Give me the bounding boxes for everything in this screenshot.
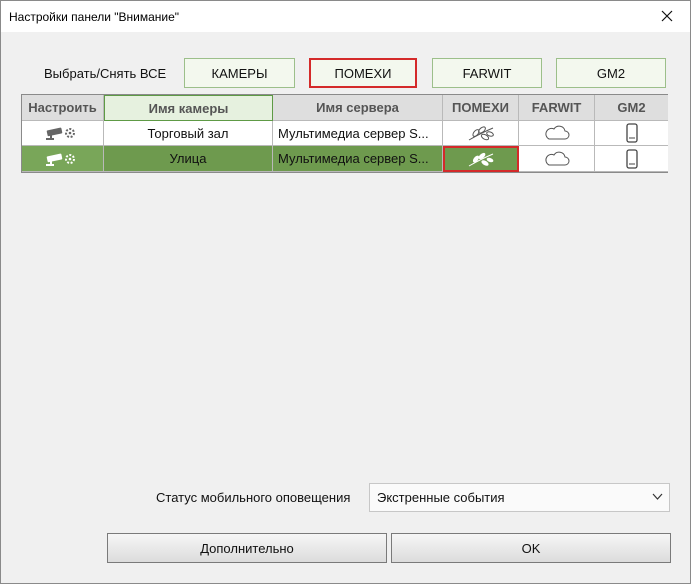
server-name-cell[interactable]: Мультимедиа сервер S... xyxy=(273,146,443,172)
toggle-cameras-button[interactable]: КАМЕРЫ xyxy=(184,58,295,88)
server-name-cell[interactable]: Мультимедиа сервер S... xyxy=(273,121,443,146)
close-icon xyxy=(661,10,673,22)
mobile-status-value: Экстренные события xyxy=(377,490,505,505)
camera-settings-icon xyxy=(45,127,75,140)
leaves-icon xyxy=(468,126,494,141)
farwit-cell[interactable] xyxy=(519,121,595,146)
close-button[interactable] xyxy=(644,1,690,31)
chevron-down-icon xyxy=(652,493,663,500)
cloud-icon xyxy=(544,151,569,165)
toggle-gm2-button[interactable]: GM2 xyxy=(556,58,666,88)
gm2-cell[interactable] xyxy=(595,146,668,172)
toggle-noise-button[interactable]: ПОМЕХИ xyxy=(309,58,417,88)
toggle-farwit-button[interactable]: FARWIT xyxy=(432,58,542,88)
configure-cell[interactable] xyxy=(22,146,104,172)
camera-name-cell[interactable]: Улица xyxy=(104,146,273,172)
ok-button[interactable]: OK xyxy=(391,533,671,563)
header-camera-name[interactable]: Имя камеры xyxy=(104,95,273,121)
title-bar: Настройки панели "Внимание" xyxy=(1,1,690,32)
header-noise[interactable]: ПОМЕХИ xyxy=(443,95,519,121)
settings-dialog: Настройки панели "Внимание" Выбрать/Снят… xyxy=(0,0,691,584)
select-all-label: Выбрать/Снять ВСЕ xyxy=(44,66,167,81)
gm2-cell[interactable] xyxy=(595,121,668,146)
leaves-icon xyxy=(468,152,493,166)
camera-name-cell[interactable]: Торговый зал xyxy=(104,121,273,146)
farwit-cell[interactable] xyxy=(519,146,595,172)
mobile-phone-icon xyxy=(625,123,638,143)
configure-cell[interactable] xyxy=(22,121,104,146)
camera-settings-icon xyxy=(45,153,75,166)
mobile-status-label: Статус мобильного оповещения xyxy=(156,490,351,505)
header-server-name[interactable]: Имя сервера xyxy=(273,95,443,121)
mobile-status-select[interactable]: Экстренные события xyxy=(369,483,670,512)
window-title: Настройки панели "Внимание" xyxy=(9,10,180,24)
more-button[interactable]: Дополнительно xyxy=(107,533,387,563)
header-gm2[interactable]: GM2 xyxy=(595,95,668,121)
noise-cell[interactable] xyxy=(443,146,519,172)
header-configure[interactable]: Настроить xyxy=(22,95,104,121)
header-farwit[interactable]: FARWIT xyxy=(519,95,595,121)
camera-table: Настроить Имя камеры Имя сервера ПОМЕХИ … xyxy=(21,94,668,173)
cloud-icon xyxy=(544,125,569,140)
noise-cell[interactable] xyxy=(443,121,519,146)
mobile-phone-icon xyxy=(625,148,638,169)
